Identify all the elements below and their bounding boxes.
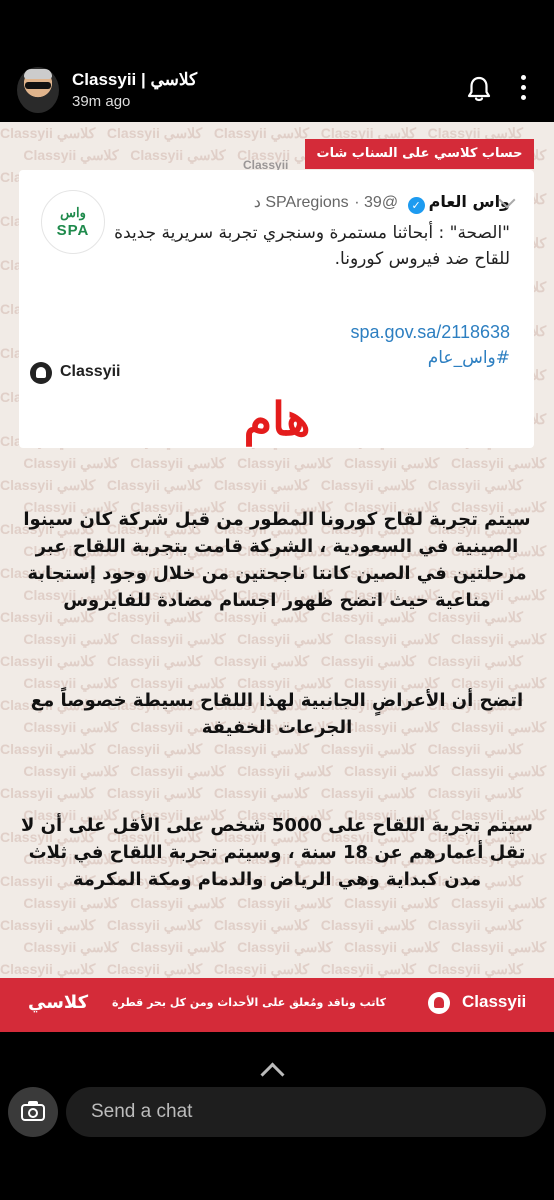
brand-name: Classyii	[60, 363, 121, 380]
bell-icon[interactable]	[466, 75, 492, 103]
tweet-text: "الصحة" : أبحاثنا مستمرة وسنجري تجربة سر…	[114, 223, 510, 269]
paragraph-3: سيتم تجربة اللقاح على 5000 شخص على الأقل…	[20, 815, 533, 890]
tweet-link: spa.gov.sa/2118638	[350, 322, 510, 342]
camera-lens-icon	[28, 1108, 38, 1118]
chevron-up-icon[interactable]	[260, 1062, 285, 1087]
snap-image: Classyii كلاسي Classyii كلاسي Classyii ك…	[0, 122, 554, 1032]
snap-footer-banner: Classyii كاتب وناقد ومُعلق على الأحداث و…	[0, 978, 554, 1032]
bitmoji-avatar[interactable]	[17, 67, 59, 113]
snapchat-ghost-icon	[428, 992, 450, 1014]
snapchat-account-ribbon: حساب كلاسي على السناب شات	[305, 139, 534, 169]
spa-logo-arabic: واس	[60, 205, 86, 220]
paragraph-1: سيتم تجربة لقاح كورونا المطور من قبل شرك…	[23, 509, 531, 611]
post-time: 39m ago	[72, 93, 131, 110]
tweet-header: واس العام✓ @SPAregions · 39 د	[253, 192, 510, 214]
paragraph-2: اتضح أن الأعراضٍ الجانبية لهذا اللقاح بس…	[30, 690, 524, 738]
avatar-hair	[24, 69, 52, 79]
footer-brand-name: Classyii	[462, 992, 527, 1011]
tweet-hashtag: #واس_عام	[427, 348, 510, 368]
headline-important: هام	[243, 392, 311, 446]
more-vertical-icon[interactable]	[518, 75, 528, 105]
avatar-glasses	[25, 82, 51, 89]
camera-button[interactable]	[8, 1087, 58, 1137]
spa-logo: واس SPA	[41, 190, 105, 254]
snapchat-ghost-icon	[30, 362, 52, 384]
tweet-author-name: واس العام	[428, 192, 510, 211]
send-chat-input[interactable]: Send a chat	[66, 1087, 546, 1137]
account-name[interactable]: Classyii | كلاسي	[72, 70, 197, 90]
spa-logo-latin: SPA	[56, 222, 90, 239]
footer-arabic-brand: كلاسي	[28, 992, 89, 1013]
verified-badge-icon: ✓	[407, 197, 425, 214]
snap-header: Classyii | كلاسي 39m ago	[0, 55, 554, 125]
footer-tagline: كاتب وناقد ومُعلق على الأحداث ومن كل بحر…	[112, 996, 386, 1009]
